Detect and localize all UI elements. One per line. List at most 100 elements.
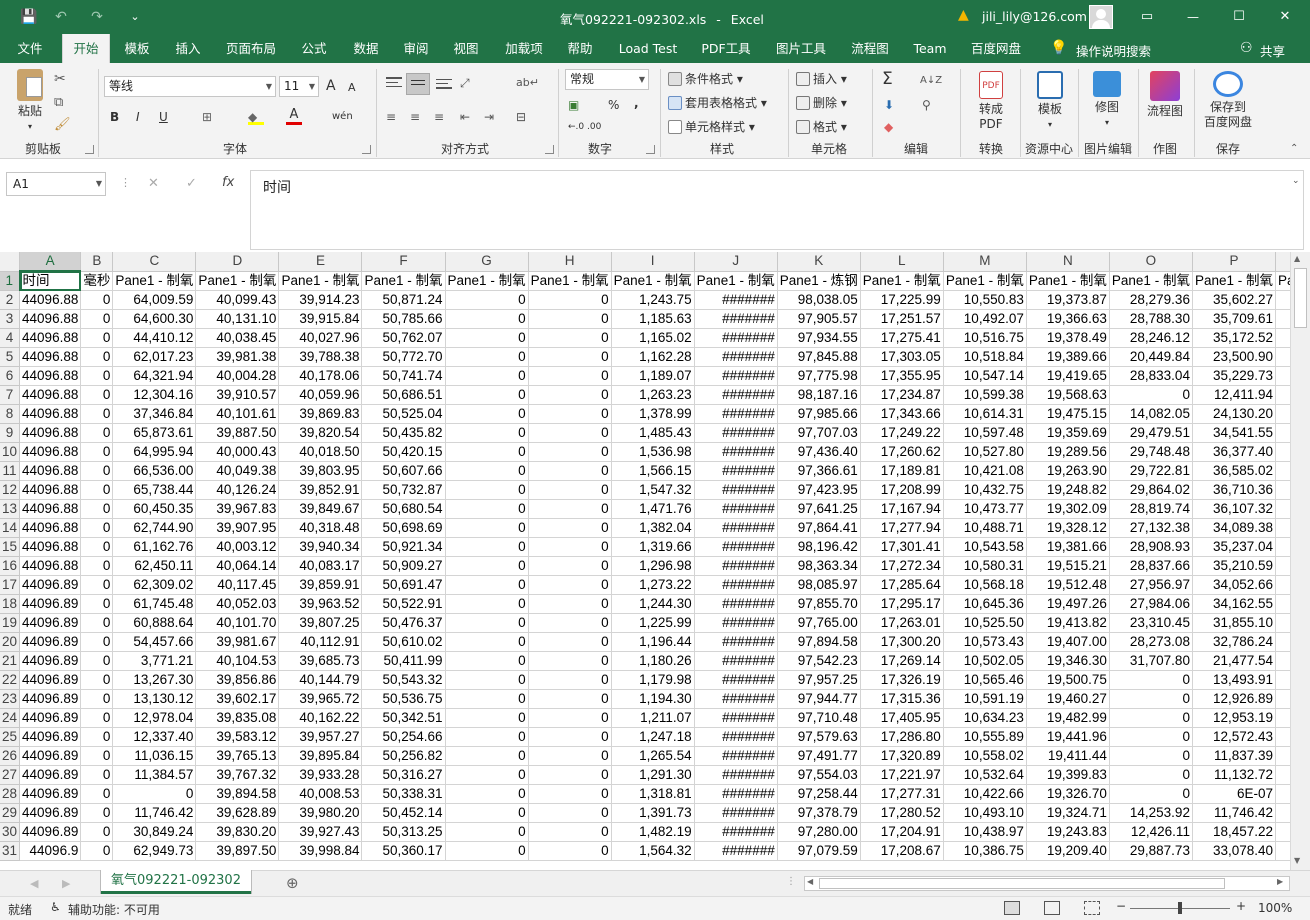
underline-button[interactable]: U <box>159 107 168 127</box>
cell[interactable]: 50,313.25 <box>361 822 446 842</box>
cell[interactable]: 40,003.12 <box>195 537 280 557</box>
cell[interactable]: 17,303.05 <box>860 347 944 367</box>
cell[interactable]: 65,738.44 <box>112 480 197 500</box>
cell[interactable]: 37,346.84 <box>112 404 197 424</box>
cell[interactable]: 12,304.16 <box>112 385 197 405</box>
cell[interactable]: 39,856.86 <box>195 670 280 690</box>
cell[interactable]: 367.3193 <box>1275 461 1290 481</box>
cell[interactable]: 0 <box>1109 689 1193 709</box>
cell[interactable]: Pane1 - 制氧 <box>195 271 280 291</box>
cell[interactable]: 11,746.42 <box>1192 803 1277 823</box>
cell[interactable]: 50,420.15 <box>361 442 446 462</box>
find-select-icon[interactable]: ⚲ <box>922 95 931 115</box>
cell[interactable]: 0 <box>528 385 612 405</box>
convert-pdf-button[interactable]: PDF 转成 PDF <box>966 71 1016 132</box>
column-header[interactable]: A <box>19 252 82 272</box>
cell[interactable]: 335.1376 <box>1275 746 1290 766</box>
cell[interactable]: 19,328.12 <box>1026 518 1110 538</box>
cell[interactable]: 44096.89 <box>19 670 82 690</box>
cell[interactable]: 40,178.06 <box>278 366 363 386</box>
zoom-in-button[interactable]: + <box>1236 899 1246 913</box>
cell[interactable]: 97,436.40 <box>777 442 861 462</box>
cell[interactable]: 367.9706 <box>1275 480 1290 500</box>
cell[interactable]: 39,894.58 <box>195 784 280 804</box>
row-header[interactable]: 5 <box>0 347 21 367</box>
cell[interactable]: 17,343.66 <box>860 404 944 424</box>
row-header[interactable]: 10 <box>0 442 21 462</box>
column-header[interactable]: K <box>777 252 861 272</box>
cell[interactable]: 44096.88 <box>19 347 82 367</box>
cell[interactable]: ####### <box>694 556 778 576</box>
cell[interactable]: 21,477.54 <box>1192 651 1277 671</box>
cell[interactable]: 0 <box>445 727 529 747</box>
cell[interactable]: 32,786.24 <box>1192 632 1277 652</box>
format-cells-button[interactable]: 格式 ▾ <box>796 117 847 137</box>
cell[interactable]: 39,835.08 <box>195 708 280 728</box>
cell[interactable]: 1,485.43 <box>611 423 695 443</box>
cell[interactable]: 50,698.69 <box>361 518 446 538</box>
cell[interactable]: 1,243.75 <box>611 290 695 310</box>
cell[interactable]: 0 <box>528 347 612 367</box>
cell[interactable]: 17,300.20 <box>860 632 944 652</box>
cell[interactable]: 0 <box>80 537 114 557</box>
cell[interactable]: 17,167.94 <box>860 499 944 519</box>
cell[interactable]: 17,405.95 <box>860 708 944 728</box>
cell[interactable]: 30,849.24 <box>112 822 197 842</box>
italic-button[interactable]: I <box>136 107 140 127</box>
cell[interactable]: Pane1 - 制氧 <box>611 271 695 291</box>
cell[interactable]: 24,130.20 <box>1192 404 1277 424</box>
cell[interactable]: 19,359.69 <box>1026 423 1110 443</box>
cell[interactable]: 10,518.84 <box>943 347 1027 367</box>
column-header[interactable]: G <box>445 252 529 272</box>
flowchart-button[interactable]: 流程图 <box>1142 71 1188 119</box>
redo-icon[interactable]: ↷ <box>88 8 106 26</box>
increase-indent-icon[interactable]: ⇥ <box>484 107 494 127</box>
cell[interactable]: 3,771.21 <box>112 651 197 671</box>
cancel-icon[interactable]: ✕ <box>148 176 159 191</box>
cell[interactable]: ####### <box>694 366 778 386</box>
cell[interactable]: 352.2638 <box>1275 765 1290 785</box>
column-header[interactable]: Q <box>1275 252 1290 272</box>
row-header[interactable]: 21 <box>0 651 21 671</box>
row-header[interactable]: 1 <box>0 271 21 291</box>
cell[interactable]: ####### <box>694 461 778 481</box>
cell[interactable]: 17,221.97 <box>860 765 944 785</box>
column-header[interactable]: F <box>361 252 446 272</box>
cell[interactable]: 50,772.70 <box>361 347 446 367</box>
cell[interactable]: 39,967.83 <box>195 499 280 519</box>
cell[interactable]: 0 <box>528 518 612 538</box>
row-header[interactable]: 27 <box>0 765 21 785</box>
cell[interactable]: 时间 <box>19 271 82 291</box>
cell[interactable]: 1,180.26 <box>611 651 695 671</box>
cell[interactable]: 1,318.81 <box>611 784 695 804</box>
cell[interactable]: 332.4732 <box>1275 632 1290 652</box>
tab-image-tools[interactable]: 图片工具 <box>768 34 834 63</box>
cell[interactable]: 28,819.74 <box>1109 499 1193 519</box>
cell[interactable]: 0 <box>1109 670 1193 690</box>
font-size-select[interactable]: 11 ▼ <box>279 76 319 97</box>
cell[interactable]: 50,536.75 <box>361 689 446 709</box>
cell[interactable]: 19,289.56 <box>1026 442 1110 462</box>
cell[interactable]: 17,208.67 <box>860 841 944 861</box>
cell[interactable]: 97,934.55 <box>777 328 861 348</box>
cell[interactable]: 44096.89 <box>19 765 82 785</box>
cell[interactable]: 10,432.75 <box>943 480 1027 500</box>
cell[interactable]: 10,591.19 <box>943 689 1027 709</box>
cell[interactable]: 27,132.38 <box>1109 518 1193 538</box>
cell[interactable]: 1,547.32 <box>611 480 695 500</box>
cell[interactable]: ####### <box>694 651 778 671</box>
cell[interactable]: 97,707.03 <box>777 423 861 443</box>
cell[interactable]: 44096.88 <box>19 499 82 519</box>
cell[interactable]: 50,610.02 <box>361 632 446 652</box>
cell[interactable]: 0 <box>528 461 612 481</box>
cell[interactable]: 44096.89 <box>19 746 82 766</box>
cell[interactable]: 50,762.07 <box>361 328 446 348</box>
cell[interactable]: 0 <box>80 290 114 310</box>
cell[interactable]: 50,909.27 <box>361 556 446 576</box>
cell[interactable]: 39,602.17 <box>195 689 280 709</box>
cell[interactable]: 39,895.84 <box>278 746 363 766</box>
cell[interactable]: 11,837.39 <box>1192 746 1277 766</box>
cell[interactable]: ####### <box>694 537 778 557</box>
minimize-icon[interactable]: — <box>1184 8 1202 26</box>
cell[interactable]: 44096.88 <box>19 366 82 386</box>
